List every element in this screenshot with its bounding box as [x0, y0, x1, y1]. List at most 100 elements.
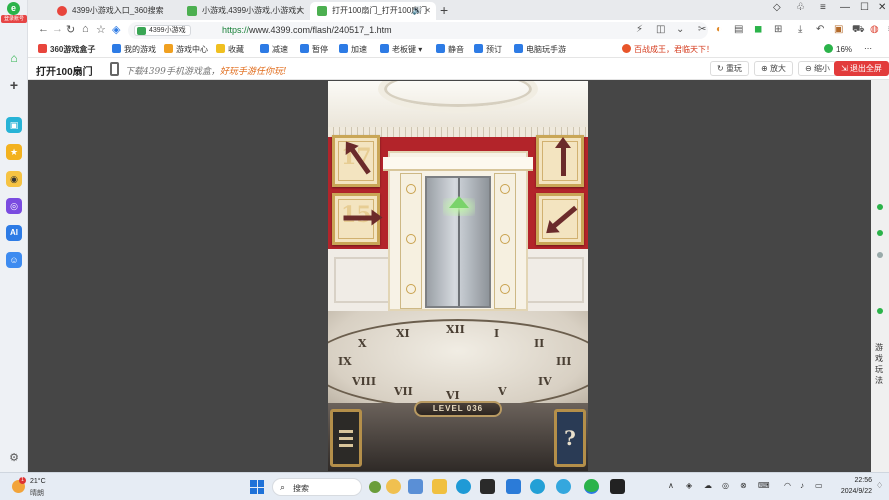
- widget-icon[interactable]: [408, 479, 423, 494]
- home-icon[interactable]: ⌂: [6, 50, 22, 66]
- mute-button[interactable]: 静音: [436, 44, 464, 55]
- tab-0[interactable]: 4399小游戏入口_360搜索: [50, 2, 178, 20]
- telegram-icon[interactable]: [556, 479, 571, 494]
- apps-icon[interactable]: ▣: [6, 117, 22, 133]
- new-tab-button[interactable]: +: [440, 2, 448, 18]
- minimize-icon[interactable]: —: [840, 2, 850, 13]
- speed-up-button[interactable]: 加速: [339, 44, 367, 55]
- pause-button[interactable]: 暂停: [300, 44, 328, 55]
- taskbar-search[interactable]: ⌕ 搜索: [272, 478, 381, 496]
- file-explorer-icon[interactable]: [432, 479, 447, 494]
- wifi-icon[interactable]: ◠: [784, 481, 791, 490]
- dropdown-chevron-icon[interactable]: ⌄: [676, 24, 684, 35]
- favorites-star-icon[interactable]: ★: [6, 144, 22, 160]
- collapse-icon[interactable]: [877, 308, 883, 314]
- tray-app-icon[interactable]: ◎: [722, 481, 729, 490]
- clock-time[interactable]: 22:56: [836, 477, 872, 484]
- arrow-painting-mid-left[interactable]: 15: [332, 193, 380, 245]
- maximize-icon[interactable]: ☐: [860, 2, 869, 13]
- undo-icon[interactable]: ↶: [816, 24, 824, 35]
- grid-icon[interactable]: ⊞: [774, 24, 782, 35]
- notification-bell-icon[interactable]: ♢: [876, 481, 883, 490]
- game-guide-tab[interactable]: 游戏玩法: [875, 342, 885, 386]
- bookmark-my-games[interactable]: 我的游戏: [112, 44, 156, 55]
- volume-icon[interactable]: ♪: [800, 481, 804, 490]
- back-icon[interactable]: ←: [38, 23, 49, 35]
- bookmark-360-game-box[interactable]: 360游戏盒子: [38, 44, 95, 55]
- arrow-painting-mid-right[interactable]: [536, 193, 584, 245]
- more-dots-icon[interactable]: ⋯: [864, 44, 872, 53]
- download-icon[interactable]: ⤓: [798, 24, 802, 35]
- tab-1[interactable]: 小游戏,4399小游戏,小游戏大 ✕: [180, 2, 308, 20]
- tray-vpn-icon[interactable]: ⊗: [740, 481, 747, 490]
- tray-expand-icon[interactable]: ∧: [668, 481, 674, 490]
- forward-icon[interactable]: →: [52, 23, 63, 35]
- 360-browser-icon[interactable]: [584, 479, 599, 494]
- close-tab-icon[interactable]: ✕: [296, 2, 303, 20]
- tray-cloud-icon[interactable]: ☁: [704, 481, 712, 490]
- ai-icon[interactable]: AI: [6, 225, 22, 241]
- bookmark-favorites[interactable]: 收藏: [216, 44, 244, 55]
- mobile-box-promo[interactable]: 下载4399手机游戏盒，好玩手游任你玩!: [125, 64, 287, 77]
- reserve-button[interactable]: 预订: [474, 44, 502, 55]
- weather-desc[interactable]: 晴朗: [30, 488, 44, 498]
- bookmark-game-center[interactable]: 游戏中心: [164, 44, 208, 55]
- url-bar[interactable]: 4399小游戏 https://www.4399.com/flash/24051…: [128, 22, 708, 39]
- shield-icon[interactable]: ◇: [773, 2, 781, 13]
- login-account-badge[interactable]: e 登录账号: [1, 1, 27, 23]
- door-left-leaf[interactable]: [400, 173, 422, 309]
- close-window-icon[interactable]: ✕: [878, 2, 886, 13]
- elevator-door[interactable]: [425, 176, 491, 308]
- exit-fullscreen-button[interactable]: ⇲ 退出全屏: [834, 61, 889, 76]
- battery-icon[interactable]: ▭: [815, 481, 823, 490]
- edge-browser-icon[interactable]: [456, 479, 471, 494]
- add-icon[interactable]: +: [6, 77, 22, 93]
- game-icon[interactable]: ◉: [6, 171, 22, 187]
- zoom-in-button[interactable]: ⊕ 放大: [754, 61, 793, 76]
- store-icon[interactable]: [480, 479, 495, 494]
- skin-icon[interactable]: ♧: [796, 2, 805, 13]
- settings-gear-icon[interactable]: ⚙: [6, 450, 22, 466]
- read-icon[interactable]: ◫: [656, 24, 665, 35]
- clock-date[interactable]: 2024/9/22: [830, 488, 872, 495]
- zoom-out-button[interactable]: ⊖ 缩小: [798, 61, 837, 76]
- pc-mobile-games-button[interactable]: 电脑玩手游: [514, 44, 566, 55]
- bookmark-star-icon[interactable]: ☆: [96, 23, 106, 36]
- task-view-icon[interactable]: [386, 479, 401, 494]
- hint-button[interactable]: ?: [554, 409, 586, 467]
- robot-icon[interactable]: ☺: [6, 252, 22, 268]
- chrome-icon[interactable]: ◍: [870, 24, 879, 35]
- boss-key-button[interactable]: 老板键 ▾: [380, 44, 422, 55]
- briefcase-icon[interactable]: ▣: [834, 24, 843, 35]
- ai-badge-icon[interactable]: ◈: [112, 23, 120, 36]
- terminal-icon[interactable]: [610, 479, 625, 494]
- game-pad-icon[interactable]: ◐: [716, 24, 722, 35]
- arrow-painting-top-right[interactable]: [536, 135, 584, 187]
- extension-icon[interactable]: ▤: [734, 24, 743, 35]
- tray-shield-icon[interactable]: ◈: [686, 481, 692, 490]
- arrow-painting-top-left[interactable]: 17: [332, 135, 380, 187]
- edge-dev-icon[interactable]: [530, 479, 545, 494]
- menu-icon[interactable]: ≡: [820, 2, 826, 13]
- tab-2-active[interactable]: 打开100扇门_打开100扇门 🔊 ✕: [310, 2, 436, 20]
- door-right-leaf[interactable]: [494, 173, 516, 309]
- wechat-icon[interactable]: ◼: [754, 24, 762, 35]
- reload-icon[interactable]: ↻: [66, 23, 75, 36]
- promo-ad-link[interactable]: 百战成王，君临天下！: [622, 44, 714, 55]
- lightning-icon[interactable]: ⚡: [636, 24, 643, 35]
- ai-assistant-icon[interactable]: ◎: [6, 198, 22, 214]
- url-text[interactable]: https://www.4399.com/flash/240517_1.htm: [222, 25, 392, 35]
- start-menu-icon[interactable]: [250, 480, 264, 494]
- replay-button[interactable]: ↻ 重玩: [710, 61, 749, 76]
- game-menu-button[interactable]: [330, 409, 362, 467]
- weather-temp[interactable]: 21°C: [30, 478, 46, 485]
- close-tab-icon[interactable]: ✕: [424, 2, 431, 20]
- slow-down-button[interactable]: 减速: [260, 44, 288, 55]
- game-canvas[interactable]: XII I II III IX X XI VIII VII VI V IV 17…: [328, 81, 588, 471]
- tray-keyboard-icon[interactable]: ⌨: [758, 481, 770, 490]
- close-tab-icon[interactable]: 🔊: [412, 2, 422, 20]
- cart-icon[interactable]: ⛟: [852, 24, 865, 37]
- vscode-icon[interactable]: [506, 479, 521, 494]
- home-page-icon[interactable]: ⌂: [82, 23, 89, 35]
- cut-icon[interactable]: ✂: [698, 24, 706, 35]
